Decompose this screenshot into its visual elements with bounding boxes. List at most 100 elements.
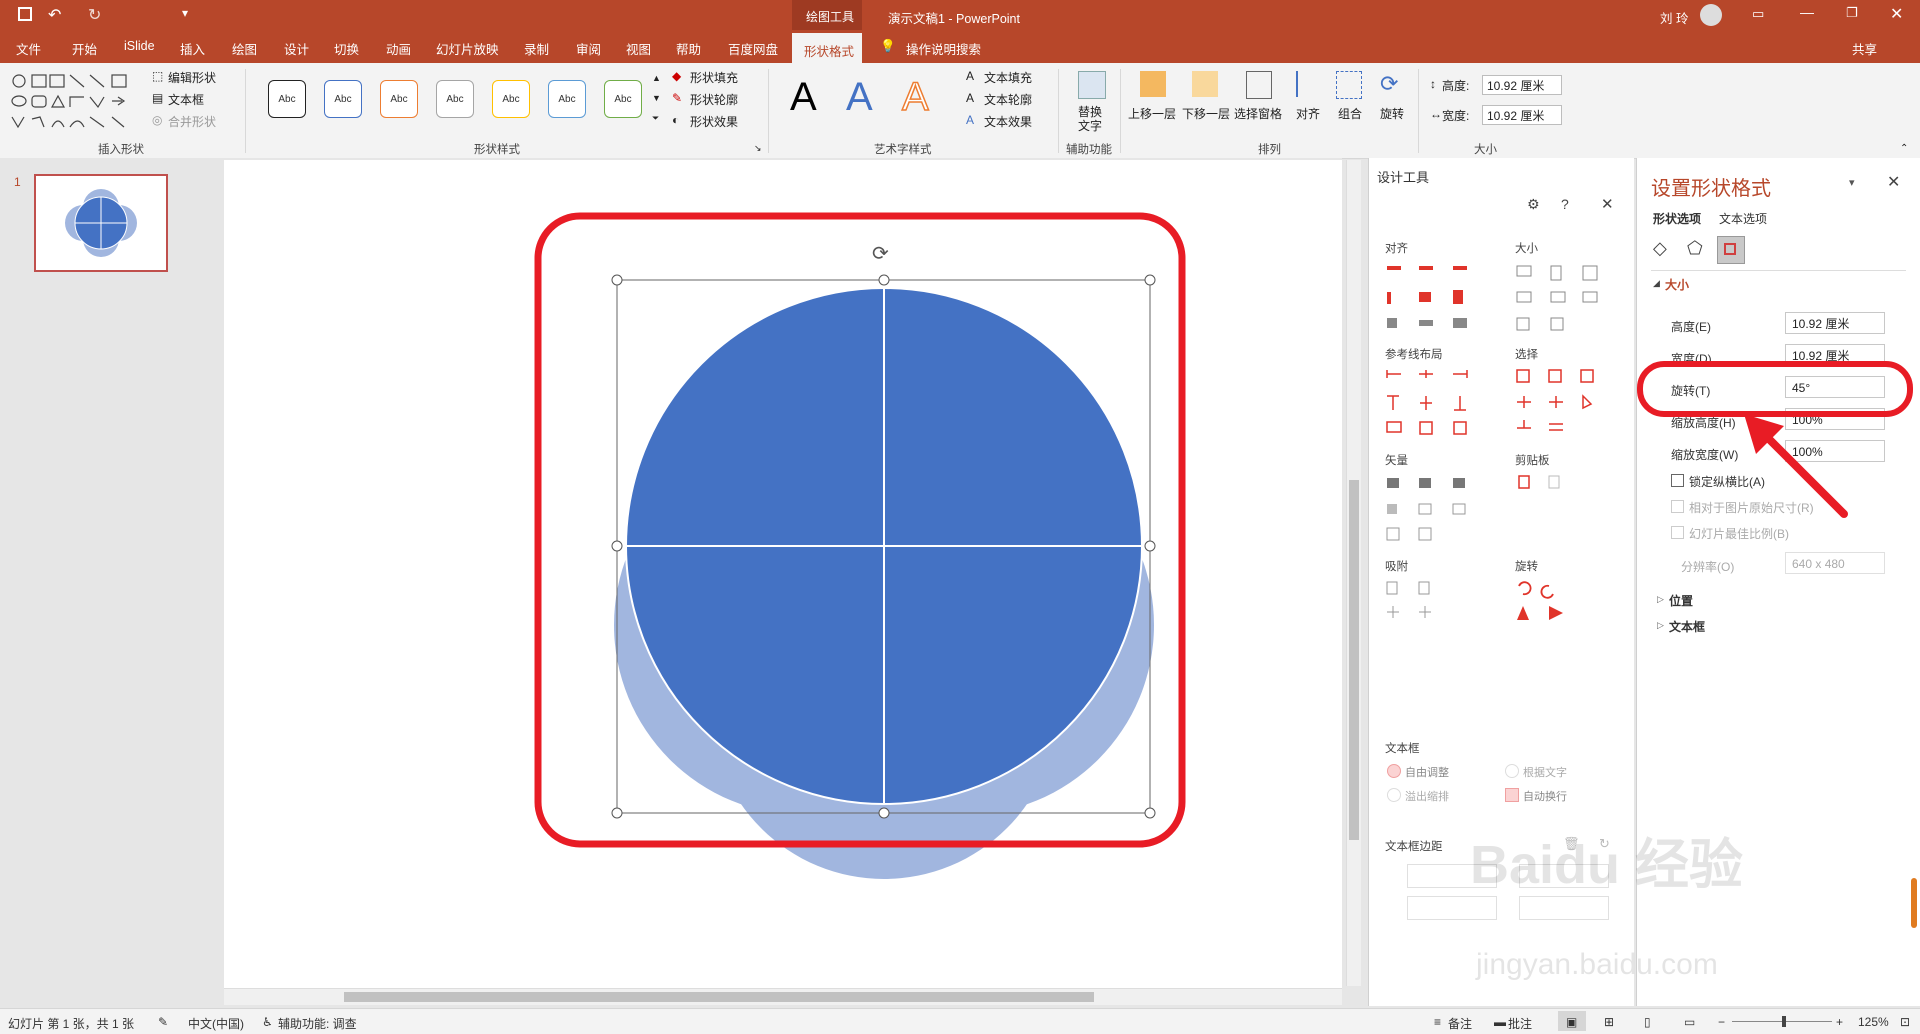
dialog-launcher-icon[interactable]: ↘ [754, 143, 762, 154]
shape-gallery[interactable] [8, 71, 138, 133]
expand-textbox-icon[interactable]: ▷ [1657, 620, 1664, 631]
comments-button[interactable]: 批注 [1508, 1015, 1532, 1032]
tab-file[interactable]: 文件 [16, 39, 41, 58]
width-spinner[interactable]: 10.92 厘米 [1482, 105, 1562, 125]
scroll-thumb[interactable] [1349, 480, 1359, 840]
notes-icon[interactable]: ≡ [1434, 1015, 1441, 1029]
minimize-icon[interactable]: — [1800, 4, 1814, 20]
tab-draw[interactable]: 绘图 [232, 39, 257, 58]
tab-home[interactable]: 开始 [72, 39, 97, 58]
shape-fill-button[interactable]: 形状填充 [690, 69, 738, 86]
pane-scroll-indicator[interactable] [1911, 878, 1917, 928]
reading-view-icon[interactable]: ▯ [1644, 1015, 1651, 1029]
save-icon[interactable] [18, 7, 32, 21]
tab-baidu-netdisk[interactable]: 百度网盘 [728, 39, 778, 58]
tab-slideshow[interactable]: 幻灯片放映 [436, 39, 499, 58]
edit-shape-icon[interactable]: ⬚ [152, 69, 163, 83]
shape-fill-icon[interactable]: ◆ [672, 69, 681, 83]
zoom-in-icon[interactable]: + [1836, 1015, 1843, 1029]
tab-text-options[interactable]: 文本选项 [1719, 210, 1767, 227]
ribbon-display-icon[interactable]: ▭ [1752, 6, 1764, 22]
canvas-vertical-scrollbar[interactable] [1346, 160, 1361, 986]
height-field[interactable]: 10.92 厘米 [1785, 312, 1885, 334]
shape-outline-icon[interactable]: ✎ [672, 91, 682, 105]
tab-shape-options[interactable]: 形状选项 [1653, 210, 1701, 227]
tab-islide[interactable]: iSlide [124, 39, 155, 53]
shrink-overflow-radio[interactable] [1387, 788, 1401, 802]
wordart-preset-orange[interactable]: A [901, 74, 929, 120]
share-button[interactable]: 共享 [1852, 39, 1877, 58]
shape-style-preset-1[interactable]: Abc [268, 80, 306, 118]
tell-me-search[interactable]: 操作说明搜索 [906, 39, 981, 58]
tab-animations[interactable]: 动画 [386, 39, 411, 58]
width-field[interactable]: 10.92 厘米 [1785, 344, 1885, 366]
collapse-ribbon-icon[interactable]: ⌃ [1900, 143, 1908, 154]
shape-style-preset-4[interactable]: Abc [436, 80, 474, 118]
fit-to-window-icon[interactable]: ⊡ [1900, 1015, 1910, 1029]
wordart-preset-black[interactable]: A [790, 75, 817, 120]
zoom-level[interactable]: 125% [1858, 1015, 1889, 1029]
wordart-preset-blue[interactable]: A [846, 75, 873, 120]
shape-effects-icon[interactable]: ◐ [672, 113, 679, 127]
selection-pane-button[interactable]: 选择窗格 [1234, 105, 1282, 122]
tab-record[interactable]: 录制 [524, 39, 549, 58]
rotation-field[interactable]: 45° [1785, 376, 1885, 398]
shape-style-preset-3[interactable]: Abc [380, 80, 418, 118]
shape-effects-button[interactable]: 形状效果 [690, 113, 738, 130]
slideshow-icon[interactable]: ▭ [1684, 1015, 1695, 1029]
canvas-horizontal-scrollbar[interactable] [224, 988, 1342, 1005]
height-spinner[interactable]: 10.92 厘米 [1482, 75, 1562, 95]
selection-pane-icon[interactable] [1246, 71, 1272, 99]
spellcheck-icon[interactable]: ✎ [158, 1015, 168, 1029]
shape-outline-button[interactable]: 形状轮廓 [690, 91, 738, 108]
text-outline-button[interactable]: 文本轮廓 [984, 91, 1032, 108]
slide-thumbnail-1[interactable] [34, 174, 168, 272]
scale-height-field[interactable]: 100% [1785, 408, 1885, 430]
vector-clipboard-icons[interactable] [1383, 472, 1623, 542]
bring-forward-icon[interactable] [1140, 71, 1166, 97]
customize-qat-icon[interactable]: ▾ [182, 6, 188, 20]
help-icon[interactable]: ? [1561, 196, 1569, 212]
rotate-icon[interactable]: ⟳ [1380, 71, 1398, 97]
section-textbox-header[interactable]: 文本框 [1669, 618, 1705, 635]
section-position-header[interactable]: 位置 [1669, 592, 1693, 609]
guide-select-icons[interactable] [1383, 366, 1623, 436]
group-icon[interactable] [1336, 71, 1362, 99]
notes-button[interactable]: 备注 [1448, 1015, 1472, 1032]
shape-style-preset-5[interactable]: Abc [492, 80, 530, 118]
rotate-button[interactable]: 旋转 [1380, 105, 1404, 122]
text-outline-icon[interactable]: A [966, 91, 974, 105]
text-effects-button[interactable]: 文本效果 [984, 113, 1032, 130]
tab-help[interactable]: 帮助 [676, 39, 701, 58]
text-fill-button[interactable]: 文本填充 [984, 69, 1032, 86]
close-icon[interactable]: ✕ [1890, 4, 1903, 24]
fill-line-icon[interactable]: ◇ [1653, 238, 1667, 259]
send-backward-button[interactable]: 下移一层 [1182, 105, 1230, 122]
gallery-scroll-up-icon[interactable]: ▲ [652, 73, 661, 83]
rotation-handle-icon[interactable]: ⟳ [872, 241, 889, 265]
margin-top-input[interactable] [1407, 896, 1497, 920]
collapse-size-icon[interactable]: ◢ [1653, 278, 1660, 289]
snap-rotate-icons[interactable] [1383, 578, 1623, 628]
slide-info[interactable]: 幻灯片 第 1 张，共 1 张 [8, 1015, 134, 1032]
alt-text-label-2[interactable]: 文字 [1078, 117, 1102, 134]
settings-icon[interactable]: ⚙ [1527, 196, 1540, 213]
accessibility-icon[interactable]: ♿ [262, 1015, 273, 1029]
tab-shape-format[interactable]: 形状格式 [792, 33, 862, 63]
scale-width-field[interactable]: 100% [1785, 440, 1885, 462]
tab-transitions[interactable]: 切换 [334, 39, 359, 58]
align-button[interactable]: 对齐 [1296, 105, 1320, 122]
auto-wrap-checkbox[interactable] [1505, 788, 1519, 802]
size-properties-icon[interactable] [1717, 236, 1745, 264]
shape-style-preset-6[interactable]: Abc [548, 80, 586, 118]
gallery-scroll-down-icon[interactable]: ▼ [652, 93, 661, 103]
send-backward-icon[interactable] [1192, 71, 1218, 97]
textbox-button[interactable]: 文本框 [168, 91, 204, 108]
avatar[interactable] [1700, 4, 1722, 26]
language-indicator[interactable]: 中文(中国) [188, 1015, 244, 1032]
margin-bottom-input[interactable] [1519, 896, 1609, 920]
gallery-more-icon[interactable]: ⏷ [652, 113, 659, 124]
zoom-out-icon[interactable]: − [1718, 1015, 1725, 1029]
panel-close-icon[interactable]: ✕ [1601, 195, 1614, 213]
text-effects-icon[interactable]: A [966, 113, 974, 127]
